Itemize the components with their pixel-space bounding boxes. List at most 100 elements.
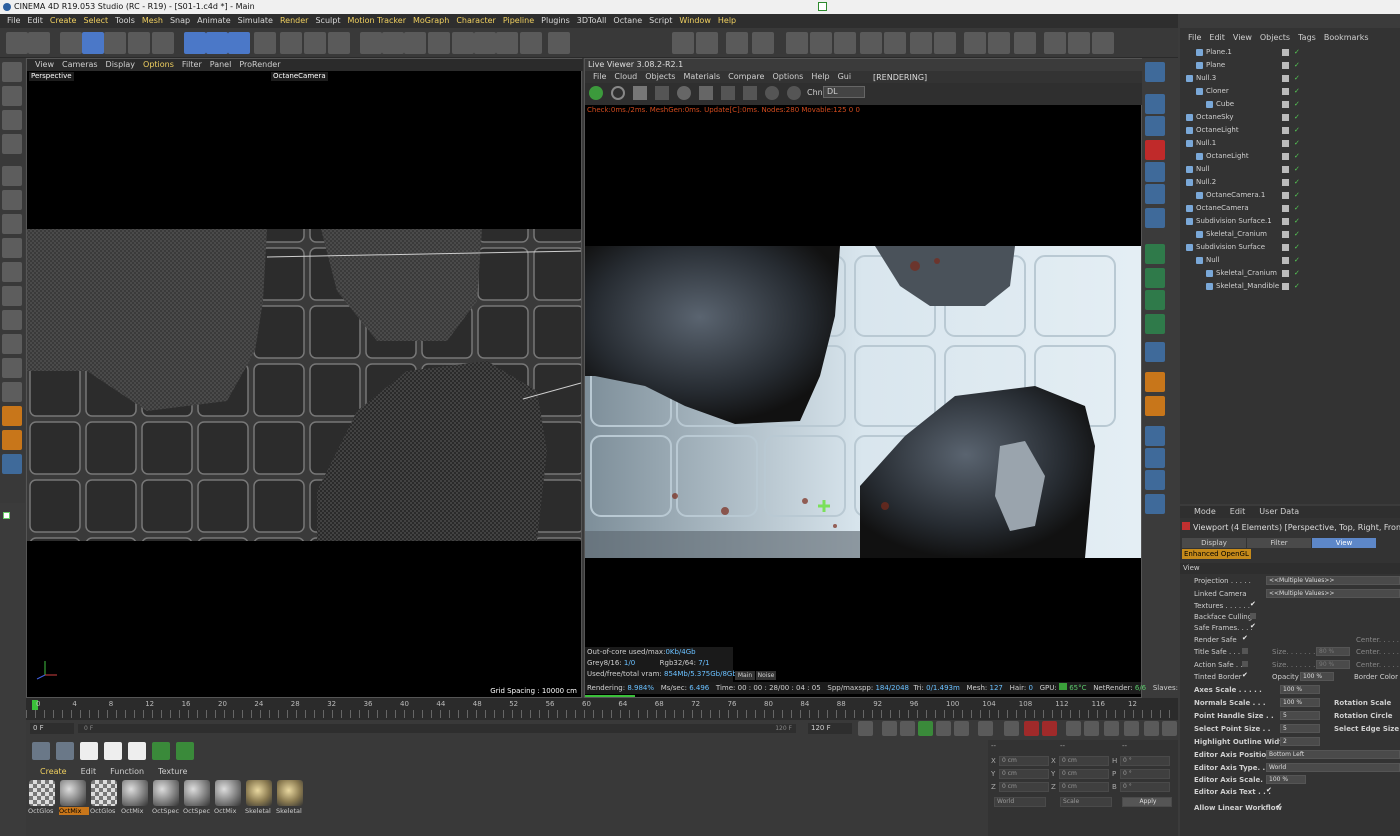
object-row[interactable]: OctaneLight ✓ — [1180, 150, 1400, 163]
point-key-icon[interactable] — [1162, 721, 1177, 736]
frame-range-slider[interactable]: 0 F 120 F — [78, 724, 796, 733]
edges-mode-icon[interactable] — [2, 190, 22, 210]
tab-main[interactable]: Main — [735, 671, 755, 680]
object-row[interactable]: Null ✓ — [1180, 254, 1400, 267]
highlight-field[interactable]: 2 — [1280, 737, 1320, 746]
viewport-canvas[interactable] — [27, 71, 581, 697]
camera-icon[interactable] — [496, 32, 518, 54]
backface-checkbox[interactable] — [1250, 613, 1256, 619]
channel-select[interactable]: DL — [823, 86, 865, 98]
menu-item[interactable]: 3DToAll — [577, 14, 607, 28]
floor-icon[interactable] — [474, 32, 496, 54]
transform-icon[interactable] — [1145, 494, 1165, 514]
live-viewer-menu-item[interactable]: Cloud — [614, 72, 637, 81]
menu-item[interactable]: Simulate — [238, 14, 273, 28]
object-row[interactable]: Skeletal_Mandible ✓ — [1180, 280, 1400, 293]
live-viewer-menu-item[interactable]: Compare — [728, 72, 764, 81]
menu-item[interactable]: Window — [679, 14, 711, 28]
render-settings-icon[interactable] — [328, 32, 350, 54]
points-mode-icon[interactable] — [2, 166, 22, 186]
menu-item[interactable]: Sculpt — [315, 14, 340, 28]
textures-checkbox[interactable]: ✔ — [1250, 600, 1256, 608]
redo-icon[interactable] — [28, 32, 50, 54]
object-manager-menu-item[interactable]: Bookmarks — [1324, 33, 1369, 42]
coord-field[interactable]: 0 cm — [1059, 769, 1109, 779]
octane-settings-icon[interactable] — [1145, 62, 1165, 82]
menu-item[interactable]: MoGraph — [413, 14, 449, 28]
record-icon[interactable] — [1024, 721, 1039, 736]
material-menu-item[interactable]: Edit — [81, 767, 97, 776]
grid-icon[interactable] — [2, 358, 22, 378]
render-preview-image[interactable] — [585, 246, 1141, 558]
frame-end-field[interactable]: 120 F — [808, 723, 852, 734]
lock-workplane-icon[interactable] — [2, 334, 22, 354]
menu-item[interactable]: Pipeline — [503, 14, 534, 28]
menu-item[interactable]: Select — [83, 14, 108, 28]
display-icon[interactable] — [548, 32, 570, 54]
focus-icon[interactable] — [765, 86, 779, 100]
render-view-icon[interactable] — [280, 32, 302, 54]
material-swatch[interactable]: OctMix — [214, 780, 242, 818]
text-tag-icon[interactable] — [1145, 244, 1165, 264]
toolbar-icon[interactable] — [964, 32, 986, 54]
model-mode-icon[interactable] — [2, 86, 22, 106]
coord-field[interactable]: 0 cm — [999, 756, 1049, 766]
loop-icon[interactable] — [1004, 721, 1019, 736]
menu-item[interactable]: Character — [456, 14, 496, 28]
attribute-menu-item[interactable]: User Data — [1259, 507, 1299, 516]
perspective-viewport[interactable]: View Cameras Display Options Filter Panel ProR… — [26, 58, 583, 698]
toolbar-icon[interactable] — [1068, 32, 1090, 54]
object-row[interactable]: OctaneSky ✓ — [1180, 111, 1400, 124]
object-manager-menu-item[interactable]: View — [1233, 33, 1252, 42]
toolbar-icon[interactable] — [884, 32, 906, 54]
object-row[interactable]: Plane.1 ✓ — [1180, 46, 1400, 59]
frame-start-field[interactable]: 0 F — [30, 723, 74, 734]
toolbar-icon[interactable] — [786, 32, 808, 54]
menu-item[interactable]: Plugins — [541, 14, 570, 28]
menu-item[interactable]: Motion Tracker — [347, 14, 406, 28]
object-row[interactable]: Cube ✓ — [1180, 98, 1400, 111]
cube-icon[interactable] — [1145, 426, 1165, 446]
live-viewer-menu-item[interactable]: Help — [811, 72, 829, 81]
sphere-icon[interactable] — [2, 406, 22, 426]
object-row[interactable]: OctaneLight ✓ — [1180, 124, 1400, 137]
toolbar-icon[interactable] — [860, 32, 882, 54]
coord-field[interactable]: 0 ° — [1120, 769, 1170, 779]
menu-item[interactable]: Create — [50, 14, 77, 28]
coord-field[interactable]: 0 cm — [999, 782, 1049, 792]
coord-world-select[interactable]: World — [994, 797, 1046, 807]
z-axis-icon[interactable] — [228, 32, 250, 54]
deformer-icon[interactable] — [452, 32, 474, 54]
magnet-icon[interactable] — [2, 310, 22, 330]
material-swatch[interactable]: OctSpec — [152, 780, 180, 818]
box-icon[interactable] — [1145, 470, 1165, 490]
next-frame-icon[interactable] — [936, 721, 951, 736]
menu-item[interactable]: Render — [280, 14, 308, 28]
toolbar-icon[interactable] — [988, 32, 1010, 54]
linear-workflow-checkbox[interactable]: ✔ — [1276, 802, 1282, 810]
object-row[interactable]: Null ✓ — [1180, 163, 1400, 176]
material-swatch[interactable]: OctSpec — [183, 780, 211, 818]
coord-field[interactable]: 0 ° — [1120, 756, 1170, 766]
attribute-tab[interactable]: Display — [1182, 538, 1246, 548]
workplane-icon[interactable] — [2, 134, 22, 154]
tweak-mode-icon[interactable] — [2, 262, 22, 282]
go-start-icon[interactable] — [858, 721, 873, 736]
gear-icon[interactable] — [1145, 94, 1165, 114]
go-end-icon[interactable] — [978, 721, 993, 736]
pause-icon[interactable] — [633, 86, 647, 100]
toolbar-icon[interactable] — [834, 32, 856, 54]
object-row[interactable]: Null.3 ✓ — [1180, 72, 1400, 85]
live-viewer-icon[interactable] — [696, 32, 718, 54]
undo-icon[interactable] — [6, 32, 28, 54]
object-row[interactable]: Skeletal_Cranium ✓ — [1180, 228, 1400, 241]
move-key-icon[interactable] — [1084, 721, 1099, 736]
object-manager-menu-item[interactable]: Edit — [1209, 33, 1225, 42]
material-swatch[interactable]: OctGlos — [90, 780, 118, 818]
octane-icon[interactable] — [672, 32, 694, 54]
linked-camera-field[interactable]: <<Multiple Values>> — [1266, 589, 1400, 598]
tab-noise[interactable]: Noise — [756, 671, 776, 680]
point-handle-field[interactable]: 5 — [1280, 711, 1320, 720]
tinted-border-checkbox[interactable]: ✔ — [1242, 671, 1248, 679]
coord-scale-select[interactable]: Scale — [1060, 797, 1112, 807]
